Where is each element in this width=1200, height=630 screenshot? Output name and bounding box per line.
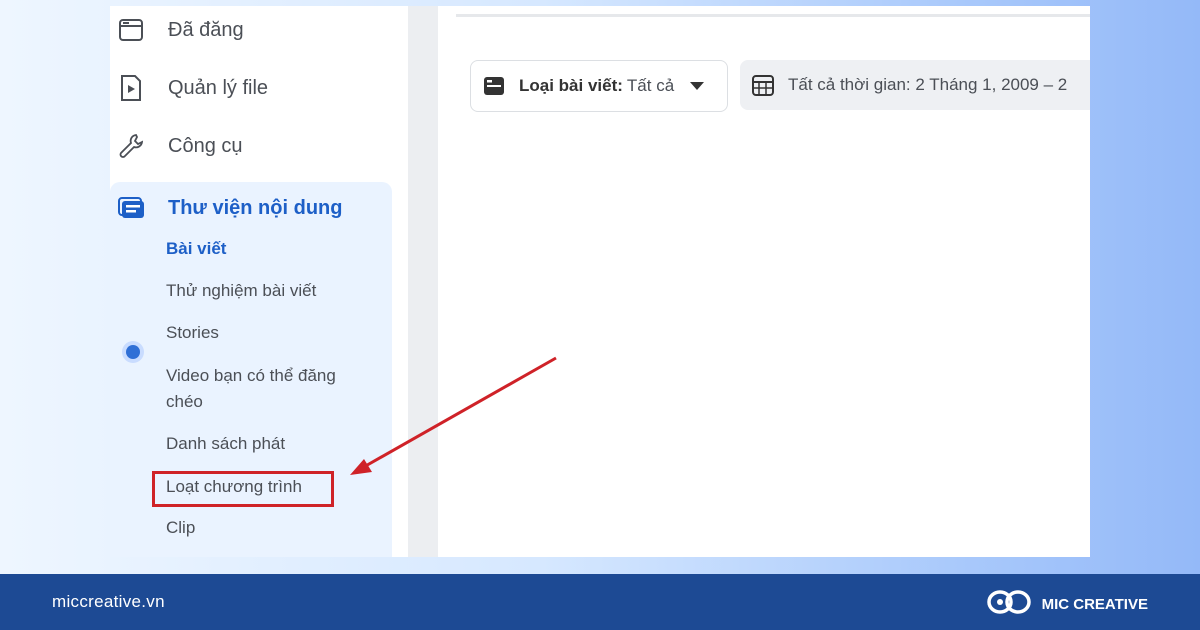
website-url[interactable]: miccreative.vn — [52, 592, 165, 612]
pointer-arrow — [350, 356, 557, 475]
footer-bar: miccreative.vn MIC CREATIVE — [0, 574, 1200, 630]
brand-logo-icon — [986, 588, 1032, 620]
brand: MIC CREATIVE — [986, 588, 1148, 620]
brand-name: MIC CREATIVE — [1041, 595, 1148, 613]
screenshot-frame: Đã đăng Quản lý file Công cụ Thư viện nộ… — [110, 6, 1090, 557]
